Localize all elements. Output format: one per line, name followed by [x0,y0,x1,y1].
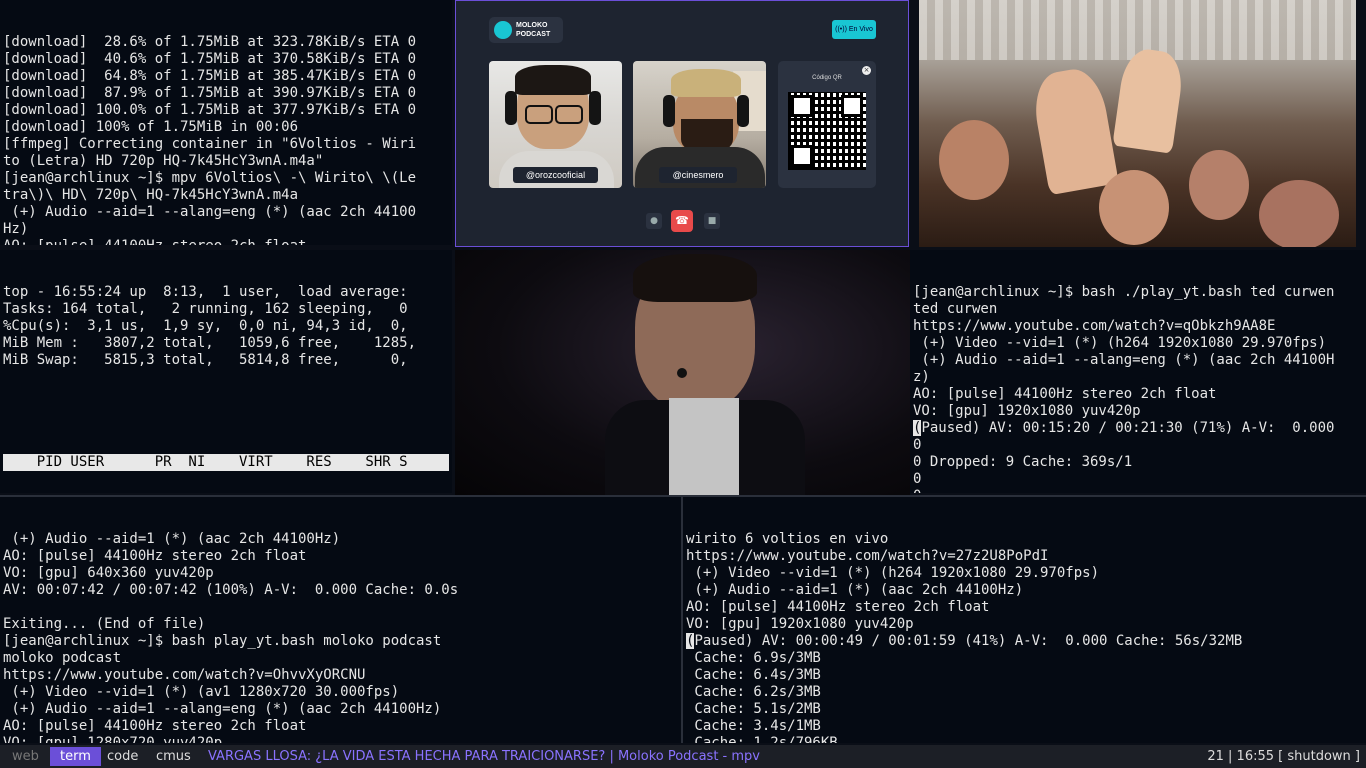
terminal-ted[interactable]: [jean@archlinux ~]$ bash ./play_yt.bash … [910,250,1366,493]
tag-cmus[interactable]: cmus [146,747,201,766]
terminal-line: AO: [pulse] 44100Hz stereo 2ch float [686,599,990,615]
broadcast-icon: ((•)) [835,26,847,33]
qr-code [788,92,866,170]
terminal-line: Cache: 1.2s/796KB [686,735,838,743]
taskbar: web term code cmus VARGAS LLOSA: ¿LA VID… [0,745,1366,768]
terminal-line: 0 [913,488,1363,493]
terminal-line: MiB Mem : 3807,2 total, 1059,6 free, 128… [3,335,417,351]
terminal-line: https://www.youtube.com/watch?v=OhvvXyOR… [3,667,366,683]
terminal-line: AO: [pulse] 44100Hz stereo 2ch float [3,718,307,734]
terminal-line: 0 Dropped: 9 Cache: 369s/1 [913,454,1133,470]
guest-video-2: @cinesmero [633,61,766,188]
phone-hangup-icon: ☎ [675,214,689,227]
terminal-wirito[interactable]: wirito 6 voltios en vivo https://www.yout… [683,497,1366,743]
terminal-line: wirito 6 voltios en vivo [686,531,889,547]
terminal-line: (+) Audio --aid=1 --alang=eng (*) (aac 2… [3,701,442,717]
terminal-download[interactable]: [download] 28.6% of 1.75MiB at 323.78KiB… [0,0,452,245]
camera-icon: ■ [707,216,717,226]
terminal-line: Cache: 5.1s/2MB [686,701,821,717]
terminal-line: AO: [pulse] 44100Hz stereo 2ch float [913,386,1217,402]
terminal-line: (Paused) AV: 00:15:20 / 00:21:30 (71%) A… [913,420,1335,436]
terminal-line: ted curwen [913,301,998,317]
terminal-moloko[interactable]: (+) Audio --aid=1 (*) (aac 2ch 44100Hz) A… [0,497,681,743]
terminal-line: %Cpu(s): 3,1 us, 1,9 sy, 0,0 ni, 94,3 id… [3,318,408,334]
terminal-line: to (Letra) HD 720p HQ-7k45HcY3wnA.m4a" [3,153,324,169]
cat-logo-icon [494,21,512,39]
terminal-line: (+) Audio --aid=1 --alang=eng (*) (aac 2… [3,204,417,220]
hangup-button[interactable]: ☎ [671,210,693,232]
speaker-video-window[interactable] [455,250,910,495]
terminal-line: [ffmpeg] Correcting container in "6Volti… [3,136,417,152]
terminal-line: Cache: 6.2s/3MB [686,684,821,700]
qr-panel: Código QR × [778,61,876,188]
guest-video-1: @orozcooficial [489,61,622,188]
terminal-line: VO: [gpu] 640x360 yuv420p [3,565,214,581]
terminal-line: Exiting... (End of file) [3,616,206,632]
terminal-line: [jean@archlinux ~]$ mpv 6Voltios\ -\ Wir… [3,170,417,186]
terminal-line: Hz) [3,221,29,237]
guest-name-tag: @orozcooficial [513,167,598,183]
terminal-line: 0 [913,471,922,487]
terminal-line: [download] 40.6% of 1.75MiB at 370.58KiB… [3,51,417,67]
status-area[interactable]: 21 | 16:55 [ shutdown ] [1207,745,1360,768]
terminal-line: z) [913,369,930,385]
terminal-line: Tasks: 164 total, 2 running, 162 sleepin… [3,301,408,317]
terminal-line: [download] 100% of 1.75MiB in 00:06 [3,119,299,135]
close-icon[interactable]: × [862,66,871,75]
terminal-line: tra\)\ HD\ 720p\ HQ-7k45HcY3wnA.m4a [3,187,299,203]
terminal-line: (+) Audio --aid=1 (*) (aac 2ch 44100Hz) [3,531,341,547]
terminal-line: [download] 87.9% of 1.75MiB at 390.97KiB… [3,85,417,101]
guest-name-tag: @cinesmero [659,167,737,183]
terminal-line: (+) Video --vid=1 (*) (av1 1280x720 30.0… [3,684,400,700]
terminal-line: [download] 64.8% of 1.75MiB at 385.47KiB… [3,68,417,84]
podcast-video-window[interactable]: MOLOKO PODCAST ((•)) En Vivo @orozcoofic… [455,0,909,247]
headset-mic-icon [677,368,687,378]
tag-code[interactable]: code [97,747,148,766]
terminal-line: AV: 00:07:42 / 00:07:42 (100%) A-V: 0.00… [3,582,459,598]
terminal-line: VO: [gpu] 1280x720 yuv420p [3,735,223,743]
terminal-line: Cache: 3.4s/1MB [686,718,821,734]
terminal-line: Cache: 6.4s/3MB [686,667,821,683]
live-badge: ((•)) En Vivo [832,20,876,39]
terminal-line: AO: [pulse] 44100Hz stereo 2ch float [3,548,307,564]
terminal-line: (+) Audio --aid=1 --alang=eng (*) (aac 2… [913,352,1335,368]
tag-term[interactable]: term [50,747,101,766]
brand-text: MOLOKO PODCAST [516,22,551,38]
terminal-line: [download] 100.0% of 1.75MiB at 377.97Ki… [3,102,417,118]
terminal-line: moloko podcast [3,650,122,666]
mic-button[interactable]: ● [646,213,662,229]
window-title: VARGAS LLOSA: ¿LA VIDA ESTA HECHA PARA T… [208,749,760,764]
terminal-top[interactable]: top - 16:55:24 up 8:13, 1 user, load ave… [0,250,452,493]
concert-video-window[interactable] [919,0,1356,247]
terminal-line: [jean@archlinux ~]$ bash play_yt.bash mo… [3,633,442,649]
terminal-line: VO: [gpu] 1920x1080 yuv420p [686,616,914,632]
qr-title: Código QR [812,75,842,81]
podcast-logo: MOLOKO PODCAST [489,17,563,43]
terminal-line: (+) Audio --aid=1 (*) (aac 2ch 44100Hz) [686,582,1024,598]
terminal-line: (+) Video --vid=1 (*) (h264 1920x1080 29… [913,335,1327,351]
terminal-line: [jean@archlinux ~]$ bash ./play_yt.bash … [913,284,1335,300]
terminal-line: (Paused) AV: 00:00:49 / 00:01:59 (41%) A… [686,633,1243,649]
terminal-line: MiB Swap: 5815,3 total, 5814,8 free, 0, [3,352,408,368]
terminal-line: 0 [913,437,922,453]
tag-web[interactable]: web [2,747,49,766]
terminal-line: https://www.youtube.com/watch?v=27z2U8Po… [686,548,1049,564]
terminal-line: VO: [gpu] 1920x1080 yuv420p [913,403,1141,419]
terminal-line: (+) Video --vid=1 (*) (h264 1920x1080 29… [686,565,1100,581]
terminal-line: https://www.youtube.com/watch?v=qObkzh9A… [913,318,1276,334]
terminal-line: AO: [pulse] 44100Hz stereo 2ch float [3,238,449,245]
mic-icon: ● [650,216,658,226]
terminal-line: Cache: 6.9s/3MB [686,650,821,666]
camera-button[interactable]: ■ [704,213,720,229]
process-table-header: PID USER PR NI VIRT RES SHR S [3,454,449,471]
terminal-line: [download] 28.6% of 1.75MiB at 323.78KiB… [3,34,417,50]
terminal-line: top - 16:55:24 up 8:13, 1 user, load ave… [3,284,408,300]
